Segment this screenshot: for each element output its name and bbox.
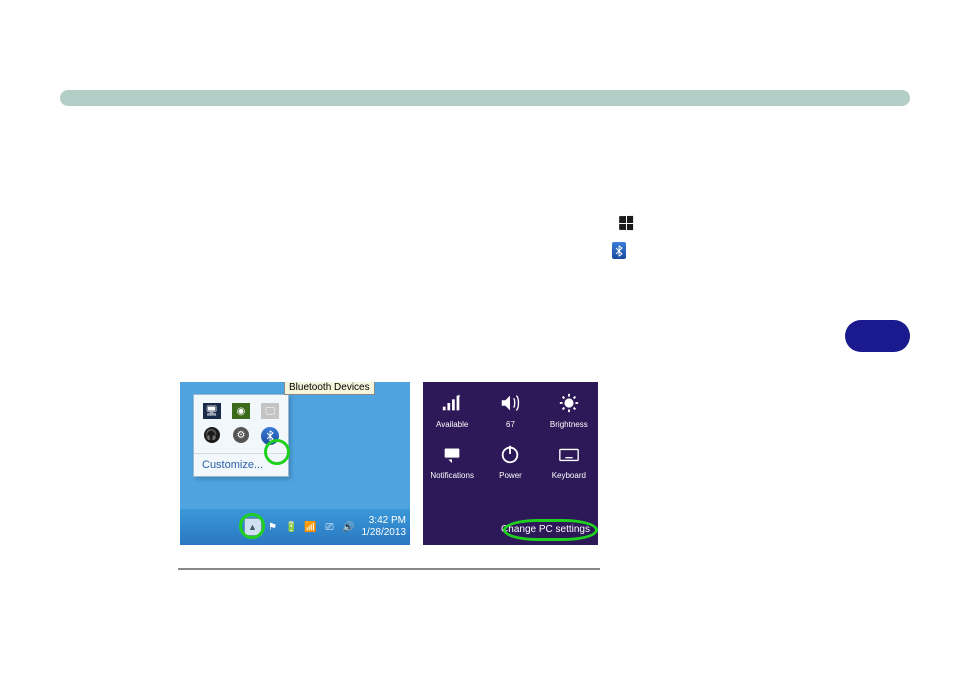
header-divider	[60, 90, 910, 106]
tray-icon-display[interactable]: 🖵	[261, 403, 279, 419]
charm-brightness[interactable]: Brightness	[550, 390, 588, 429]
charm-volume[interactable]: 67	[497, 390, 523, 429]
tray-popup: 🖥 ◉ 🖵 🎧 ⚙ Customize...	[193, 394, 289, 477]
clock[interactable]: 3:42 PM 1/28/2013	[362, 515, 407, 539]
charm-label: Brightness	[550, 420, 588, 429]
volume-icon[interactable]: 🔊	[342, 520, 356, 534]
customize-link[interactable]: Customize...	[194, 453, 288, 476]
side-marker	[845, 320, 910, 352]
volume-icon	[497, 390, 523, 416]
tray-icon-nvidia[interactable]: ◉	[232, 403, 250, 419]
svg-text:*: *	[458, 392, 461, 401]
keyboard-icon	[556, 441, 582, 467]
network-icon[interactable]: 📶	[304, 520, 318, 534]
charm-label: Notifications	[430, 471, 474, 480]
tray-icon-bluetooth[interactable]	[261, 427, 279, 445]
charm-label: 67	[506, 420, 515, 429]
figure-charms-settings: * Available 67 Brightness Noti	[423, 382, 598, 545]
flag-icon[interactable]: ⚑	[266, 520, 280, 534]
windows-logo-icon	[619, 216, 633, 230]
highlight-circle-arrow	[239, 513, 265, 539]
bottom-divider	[178, 568, 600, 570]
change-pc-settings-link[interactable]: Change PC settings	[501, 524, 590, 535]
charm-label: Available	[436, 420, 468, 429]
tray-icon-settings[interactable]: ⚙	[233, 427, 249, 443]
charms-grid: * Available 67 Brightness Noti	[423, 390, 598, 480]
tray-icon-grid: 🖥 ◉ 🖵 🎧 ⚙	[194, 395, 288, 453]
signal-icon: *	[439, 390, 465, 416]
charm-network[interactable]: * Available	[436, 390, 468, 429]
clock-time: 3:42 PM	[362, 515, 407, 527]
notifications-icon	[439, 441, 465, 467]
charm-label: Power	[499, 471, 522, 480]
bluetooth-tooltip: Bluetooth Devices	[284, 382, 375, 395]
battery-icon[interactable]: 🔋	[285, 520, 299, 534]
device-icon[interactable]: ⎚	[323, 520, 337, 534]
charm-power[interactable]: Power	[497, 441, 523, 480]
show-hidden-icons-button[interactable]: ▲	[244, 518, 262, 536]
clock-date: 1/28/2013	[362, 527, 407, 539]
taskbar-status-icons: ⚑ 🔋 📶 ⎚ 🔊	[266, 520, 356, 534]
tray-icon-monitor[interactable]: 🖥	[203, 403, 221, 419]
taskbar: ▲ ⚑ 🔋 📶 ⎚ 🔊 3:42 PM 1/28/2013	[180, 509, 410, 545]
charm-notifications[interactable]: Notifications	[430, 441, 474, 480]
figures-row: Bluetooth Devices 🖥 ◉ 🖵 🎧 ⚙ Customize...…	[180, 382, 598, 545]
charm-label: Keyboard	[552, 471, 586, 480]
bluetooth-icon	[612, 242, 626, 259]
brightness-icon	[556, 390, 582, 416]
charm-keyboard[interactable]: Keyboard	[552, 441, 586, 480]
figure-taskbar-tray: Bluetooth Devices 🖥 ◉ 🖵 🎧 ⚙ Customize...…	[180, 382, 410, 545]
tray-icon-headset[interactable]: 🎧	[204, 427, 220, 443]
power-icon	[497, 441, 523, 467]
